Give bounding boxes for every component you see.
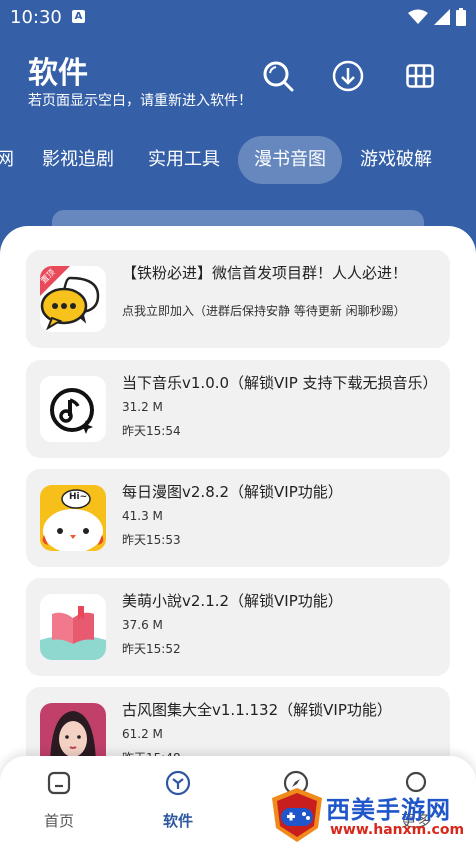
app-name: 美萌小說v2.1.2（解锁VIP功能） bbox=[122, 592, 343, 610]
wechat-group-icon: 置顶 bbox=[40, 266, 106, 332]
app-name: 古风图集大全v1.1.132（解锁VIP功能） bbox=[122, 701, 392, 719]
software-icon bbox=[165, 770, 191, 796]
search-icon bbox=[263, 61, 294, 92]
tab-games[interactable]: 游戏破解 bbox=[360, 136, 432, 184]
nav-software[interactable]: 软件 bbox=[138, 770, 218, 831]
app-card[interactable]: 美萌小說v2.1.2（解锁VIP功能） 37.6 M 昨天15:52 bbox=[26, 578, 450, 676]
tab-comics[interactable]: 漫书音图 bbox=[238, 136, 342, 184]
comic-icon: Hi~ bbox=[40, 485, 106, 551]
nav-home-label: 首页 bbox=[43, 812, 74, 830]
app-size: 37.6 M bbox=[122, 618, 163, 632]
nav-home[interactable]: 首页 bbox=[19, 770, 99, 831]
app-name: 每日漫图v2.8.2（解锁VIP功能） bbox=[122, 483, 343, 501]
header: 软件 若页面显示空白，请重新进入软件！ bbox=[0, 34, 476, 134]
app-size: 31.2 M bbox=[122, 400, 163, 414]
download-icon bbox=[332, 60, 364, 92]
status-indicators bbox=[408, 8, 466, 26]
tab-partial[interactable]: 网 bbox=[0, 136, 14, 184]
comic-bubble-text: Hi~ bbox=[69, 492, 88, 502]
book-icon bbox=[40, 594, 106, 660]
app-date: 昨天15:54 bbox=[122, 424, 181, 438]
battery-icon bbox=[456, 8, 466, 26]
tab-video[interactable]: 影视追剧 bbox=[42, 136, 114, 184]
pinned-card[interactable]: 置顶 【铁粉必进】微信首发项目群！人人必进！ 点我立即加入（进群后保持安静 等待… bbox=[26, 250, 450, 348]
music-icon bbox=[40, 376, 106, 442]
home-icon bbox=[47, 771, 71, 795]
app-name: 当下音乐v1.0.0（解锁VIP 支持下载无损音乐） bbox=[122, 374, 438, 392]
content-panel: 置顶 【铁粉必进】微信首发项目群！人人必进！ 点我立即加入（进群后保持安静 等待… bbox=[0, 226, 476, 846]
status-time: 10:30 bbox=[10, 7, 62, 28]
grid-button[interactable] bbox=[400, 56, 440, 96]
page-title: 软件 bbox=[28, 56, 88, 91]
watermark-text: 西美手游网 bbox=[326, 796, 451, 824]
pinned-title: 【铁粉必进】微信首发项目群！人人必进！ bbox=[122, 264, 408, 282]
wifi-icon bbox=[408, 9, 428, 24]
grid-icon bbox=[406, 64, 434, 88]
status-bar: 10:30 A bbox=[0, 0, 476, 34]
watermark: 西美手游网 www.hanxm.com bbox=[268, 786, 476, 846]
pinned-desc: 点我立即加入（进群后保持安静 等待更新 闲聊秒踢） bbox=[122, 304, 406, 318]
notification-icon: A bbox=[72, 10, 85, 23]
page-subtitle: 若页面显示空白，请重新进入软件！ bbox=[28, 93, 252, 109]
app-date: 昨天15:52 bbox=[122, 642, 181, 656]
signal-icon bbox=[434, 9, 450, 25]
search-button[interactable] bbox=[258, 56, 298, 96]
app-size: 61.2 M bbox=[122, 727, 163, 741]
app-date: 昨天15:53 bbox=[122, 533, 181, 547]
category-tabs: 网 影视追剧 实用工具 漫书音图 游戏破解 bbox=[0, 136, 476, 184]
app-size: 41.3 M bbox=[122, 509, 163, 523]
gamepad-logo-icon bbox=[272, 788, 322, 842]
watermark-url: www.hanxm.com bbox=[330, 822, 465, 838]
download-button[interactable] bbox=[328, 56, 368, 96]
nav-software-label: 软件 bbox=[162, 812, 193, 830]
app-card[interactable]: Hi~ 每日漫图v2.8.2（解锁VIP功能） 41.3 M 昨天15:53 bbox=[26, 469, 450, 567]
tab-tools[interactable]: 实用工具 bbox=[148, 136, 220, 184]
app-card[interactable]: 当下音乐v1.0.0（解锁VIP 支持下载无损音乐） 31.2 M 昨天15:5… bbox=[26, 360, 450, 458]
